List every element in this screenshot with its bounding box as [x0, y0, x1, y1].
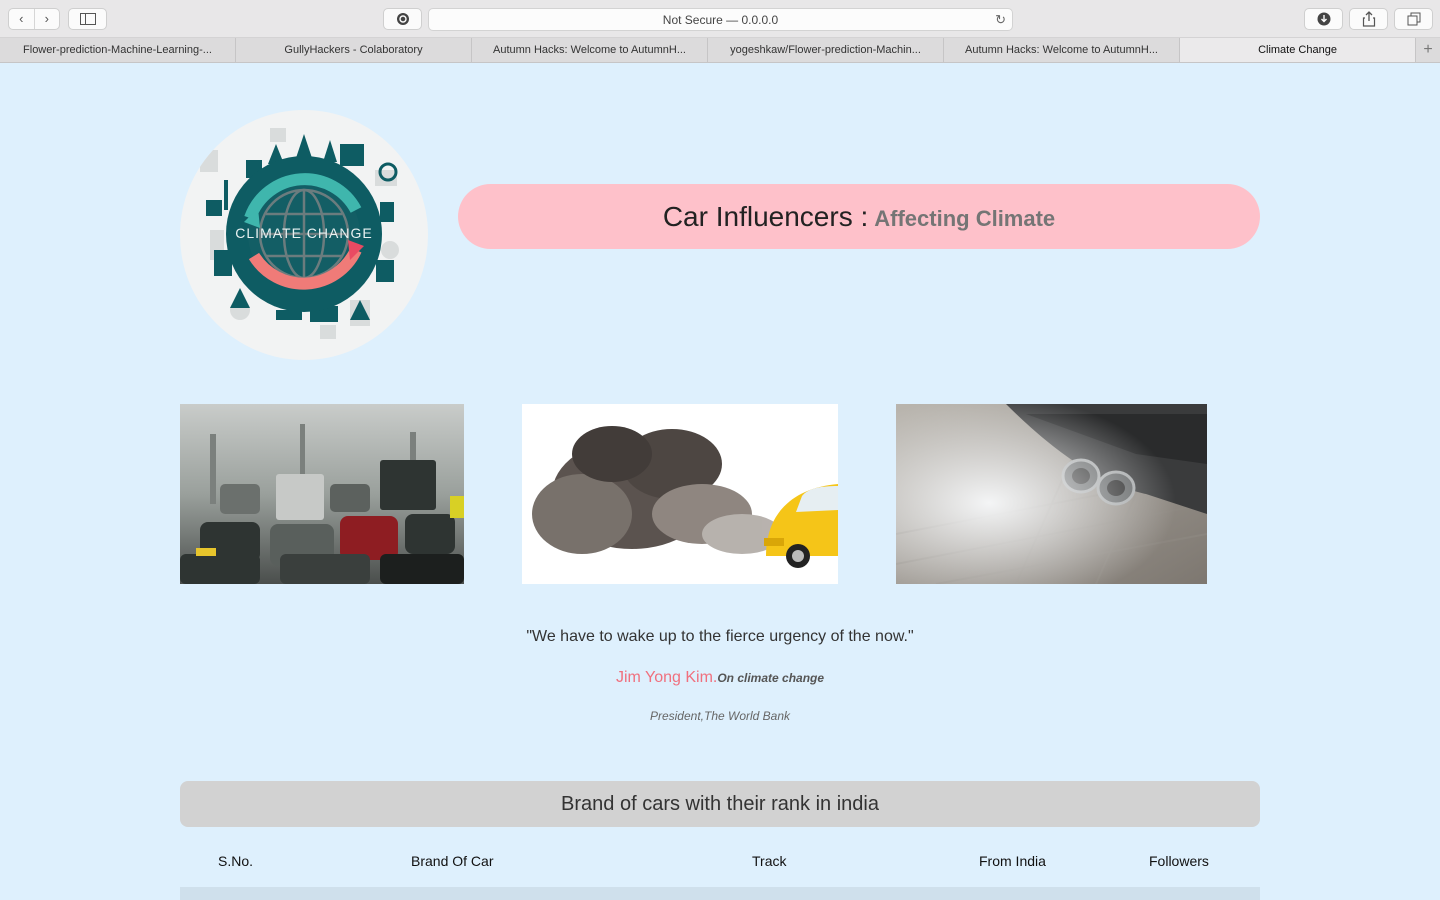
author-note: On climate change: [717, 671, 825, 685]
tab-label: yogeshkaw/Flower-prediction-Machin...: [730, 44, 921, 56]
header-followers: Followers: [1149, 853, 1209, 869]
back-icon[interactable]: ‹: [9, 9, 34, 29]
tab-label: Autumn Hacks: Welcome to AutumnH...: [965, 44, 1158, 56]
exhaust-pipe-image: [896, 404, 1207, 584]
tabs-icon[interactable]: [1394, 8, 1433, 30]
tab-gullyhackers[interactable]: GullyHackers - Colaboratory: [236, 38, 472, 62]
tab-autumn-hacks[interactable]: Autumn Hacks: Welcome to AutumnH...: [472, 38, 708, 62]
tab-yogeshkaw[interactable]: yogeshkaw/Flower-prediction-Machin...: [708, 38, 944, 62]
quote-text: "We have to wake up to the fierce urgenc…: [526, 628, 914, 645]
tab-autumn-hacks-2[interactable]: Autumn Hacks: Welcome to AutumnH...: [944, 38, 1180, 62]
quote-author: Jim Yong Kim.On climate change: [0, 669, 1440, 687]
tab-label: Flower-prediction-Machine-Learning-...: [23, 44, 212, 56]
header-brand: Brand Of Car: [411, 853, 494, 869]
car-smoke-image: [522, 404, 838, 584]
logo-text: CLIMATE CHANGE: [235, 225, 372, 241]
sidebar-icon[interactable]: [68, 8, 107, 30]
nav-buttons: ‹ ›: [8, 8, 60, 30]
tab-flower-prediction[interactable]: Flower-prediction-Machine-Learning-...: [0, 38, 236, 62]
title-sub: Affecting Climate: [874, 205, 1056, 231]
tab-bar: Flower-prediction-Machine-Learning-... G…: [0, 38, 1440, 63]
address-bar[interactable]: Not Secure — 0.0.0.0 ↻: [428, 8, 1013, 31]
title-main: Car Influencers :: [662, 200, 869, 232]
header-track: Track: [752, 853, 787, 869]
table-header: S.No. Brand Of Car Track From India Foll…: [180, 853, 1260, 873]
author-position: President,The World Bank: [649, 709, 791, 723]
header-from-india: From India: [979, 853, 1046, 869]
climate-change-logo: CLIMATE CHANGE: [180, 110, 428, 360]
reader-icon[interactable]: [383, 8, 422, 30]
browser-toolbar: ‹ › Not Secure — 0.0.0.0 ↻: [0, 0, 1440, 38]
header-sno: S.No.: [218, 853, 254, 869]
table-row: [180, 887, 1260, 900]
new-tab-icon[interactable]: +: [1416, 38, 1440, 62]
forward-icon[interactable]: ›: [33, 9, 60, 29]
traffic-jam-image: [180, 404, 464, 584]
table-title: Brand of cars with their rank in india: [180, 781, 1260, 827]
address-text: Not Secure — 0.0.0.0: [662, 12, 779, 27]
tab-label: Autumn Hacks: Welcome to AutumnH...: [493, 44, 686, 56]
author-name: Jim Yong Kim.: [615, 669, 718, 686]
tab-climate-change[interactable]: Climate Change: [1180, 38, 1416, 62]
reload-icon[interactable]: ↻: [995, 12, 1006, 28]
page-title: Car Influencers : Affecting Climate: [458, 184, 1260, 249]
share-icon[interactable]: [1349, 8, 1388, 30]
tab-label: GullyHackers - Colaboratory: [284, 44, 423, 56]
tab-label: Climate Change: [1258, 44, 1337, 56]
download-icon[interactable]: [1304, 8, 1343, 30]
